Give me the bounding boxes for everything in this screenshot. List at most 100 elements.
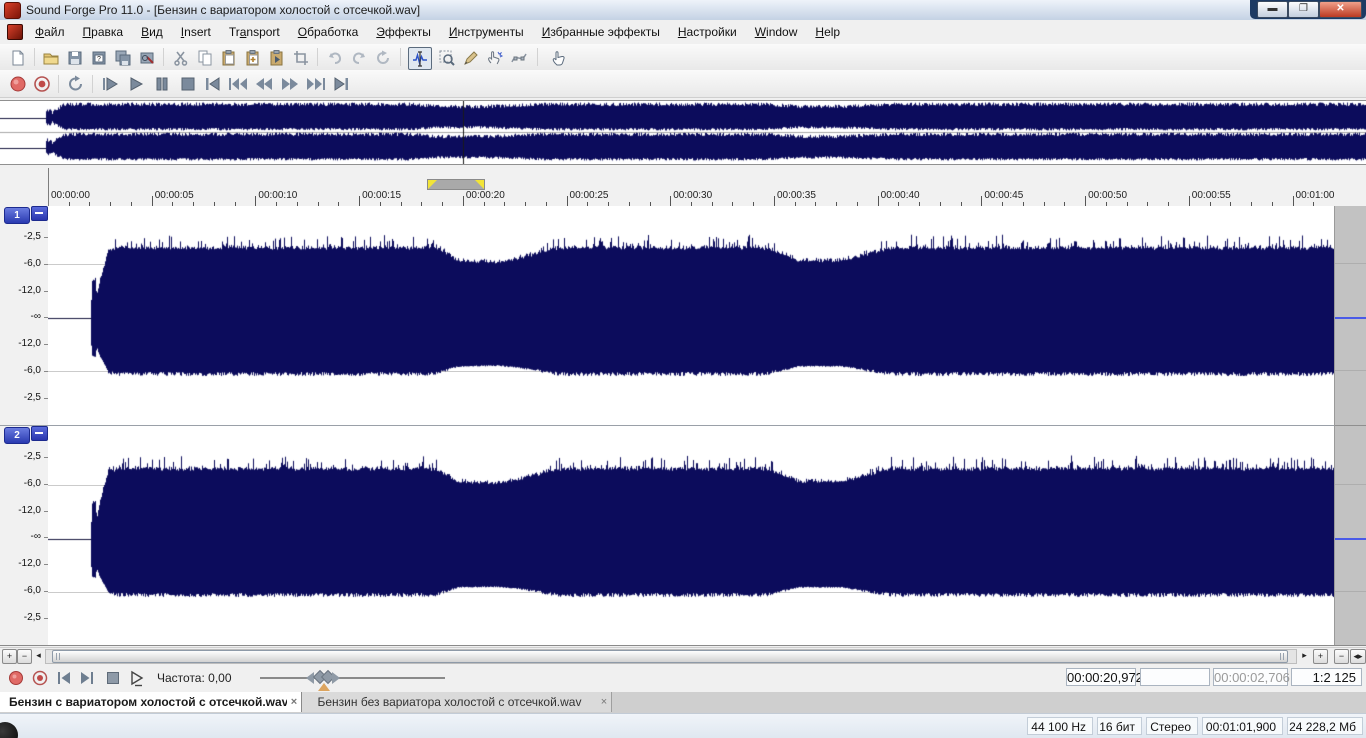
scrollbar-thumb[interactable] <box>52 650 1288 663</box>
document-tabs: Бензин с вариатором холостой с отсечкой.… <box>0 692 1366 714</box>
channel-1-minimize-button[interactable] <box>31 206 48 221</box>
playbar-go-start-icon[interactable] <box>54 668 74 688</box>
tab-inactive-document[interactable]: Бензин без вариатора холостой с отсечкой… <box>302 692 612 712</box>
channel-2-minimize-button[interactable] <box>31 426 48 441</box>
time-ruler[interactable]: 00:00:00 00:00:05 00:00:10 00:00:15 00:00:20… <box>0 168 1366 207</box>
copy-icon[interactable] <box>194 47 216 68</box>
menu-items: Файл Правка Вид Insert Transport Обработка Эфф… <box>26 20 849 44</box>
loop-playback-icon[interactable] <box>64 73 88 94</box>
menu-item-favorite-effects[interactable]: Избранные эффекты <box>533 23 669 41</box>
rewind-fast-icon[interactable] <box>226 73 250 94</box>
level-gutter: 1 -2,5 -6,0 -12,0 -∞ -12,0 -6,0 -2,5 2 -2,5 -6,… <box>0 168 49 645</box>
help-pointer-icon[interactable] <box>548 47 570 68</box>
rate-slider-left-arrow[interactable] <box>306 672 314 684</box>
forward-fast-icon[interactable] <box>304 73 328 94</box>
menu-item-view[interactable]: Вид <box>132 23 172 41</box>
minimize-button[interactable]: ▬ <box>1257 1 1288 18</box>
playbar-go-end-icon[interactable] <box>77 668 97 688</box>
selection-loop-bar[interactable] <box>427 179 485 190</box>
new-file-icon[interactable] <box>7 47 29 68</box>
event-tool-icon[interactable] <box>484 47 506 68</box>
scroll-right-arrow[interactable]: ▸ <box>1298 649 1311 662</box>
repeat-icon[interactable] <box>372 47 394 68</box>
menu-item-process[interactable]: Обработка <box>289 23 368 41</box>
go-to-end-icon[interactable] <box>330 73 354 94</box>
menu-item-window[interactable]: Window <box>746 23 807 41</box>
position-display[interactable]: 00:00:20,972 <box>1066 668 1143 686</box>
paste-icon[interactable] <box>218 47 240 68</box>
zoom-selection-button[interactable]: ◂▸ <box>1350 649 1366 664</box>
scroll-left-arrow[interactable]: ◂ <box>32 649 45 662</box>
zoom-in-time-button[interactable]: + <box>2 649 17 664</box>
play-all-icon[interactable] <box>98 73 122 94</box>
save-all-icon[interactable] <box>112 47 134 68</box>
playbar-record-icon[interactable] <box>6 668 26 688</box>
channel-divider[interactable] <box>0 425 1334 426</box>
menu-item-edit[interactable]: Правка <box>74 23 133 41</box>
undo-icon[interactable] <box>324 47 346 68</box>
overview-panel[interactable] <box>0 100 1366 165</box>
save-icon[interactable] <box>64 47 86 68</box>
ruler-tick <box>462 196 464 206</box>
ruler-tick <box>1085 196 1087 206</box>
channel-2-badge[interactable]: 2 <box>4 427 30 444</box>
save-as-icon[interactable]: ? <box>88 47 110 68</box>
rate-marker-triangle <box>318 683 330 691</box>
selection-length-display[interactable]: 00:00:02,706 <box>1213 668 1290 686</box>
forward-icon[interactable] <box>278 73 302 94</box>
menu-item-effects[interactable]: Эффекты <box>367 23 440 41</box>
menu-item-insert[interactable]: Insert <box>172 23 220 41</box>
zoom-in-button[interactable]: + <box>1313 649 1328 664</box>
selection-start-handle[interactable] <box>428 180 437 189</box>
zoom-out-button[interactable]: − <box>1334 649 1349 664</box>
toolbar-separator <box>317 48 318 66</box>
open-file-icon[interactable] <box>40 47 62 68</box>
channel-1-waveform[interactable] <box>48 206 1334 426</box>
render-as-icon[interactable] <box>136 47 158 68</box>
maximize-icon: ❐ <box>1299 3 1308 14</box>
cut-icon[interactable] <box>170 47 192 68</box>
close-button[interactable]: ✕ <box>1319 1 1362 18</box>
playbar-play-icon[interactable] <box>127 668 147 688</box>
maximize-button[interactable]: ❐ <box>1288 1 1319 18</box>
scrollbar-track[interactable] <box>45 649 1297 664</box>
rate-slider-right-arrow[interactable] <box>332 672 340 684</box>
pencil-tool-icon[interactable] <box>460 47 482 68</box>
paste-to-new-icon[interactable] <box>266 47 288 68</box>
vertical-zoom-scrollbar[interactable] <box>1334 206 1366 645</box>
document-icon[interactable] <box>7 24 23 40</box>
frequency-label: Частота: 0,00 <box>157 671 232 685</box>
channel-2-waveform[interactable] <box>48 426 1334 645</box>
arm-record-icon[interactable] <box>30 73 54 94</box>
selection-end-handle[interactable] <box>475 180 484 189</box>
db-label: -6,0 <box>23 365 41 376</box>
tab-close-icon[interactable]: × <box>287 696 301 708</box>
playbar-arm-record-icon[interactable] <box>30 668 50 688</box>
stop-icon[interactable] <box>176 73 200 94</box>
menu-item-file[interactable]: Файл <box>26 23 74 41</box>
record-icon[interactable] <box>6 73 30 94</box>
tab-active-document[interactable]: Бензин с вариатором холостой с отсечкой.… <box>0 692 302 712</box>
magnify-tool-icon[interactable] <box>436 47 458 68</box>
edit-tool-icon[interactable] <box>408 47 432 70</box>
redo-icon[interactable] <box>348 47 370 68</box>
menu-item-tools[interactable]: Инструменты <box>440 23 533 41</box>
playbar-stop-icon[interactable] <box>103 668 123 688</box>
menu-item-transport[interactable]: Transport <box>220 23 289 41</box>
zoom-out-time-button[interactable]: − <box>17 649 32 664</box>
secondary-display[interactable] <box>1140 668 1210 686</box>
trim-crop-icon[interactable] <box>290 47 312 68</box>
rate-slider-track[interactable] <box>260 669 445 685</box>
menu-item-options[interactable]: Настройки <box>669 23 746 41</box>
rewind-icon[interactable] <box>252 73 276 94</box>
channel-1-badge[interactable]: 1 <box>4 207 30 224</box>
zoom-ratio-display[interactable]: 1:2 125 <box>1291 668 1362 686</box>
tab-close-icon[interactable]: × <box>597 696 611 708</box>
play-icon[interactable] <box>124 73 148 94</box>
paste-special-icon[interactable] <box>242 47 264 68</box>
pause-icon[interactable] <box>150 73 174 94</box>
go-to-start-icon[interactable] <box>200 73 224 94</box>
menu-item-help[interactable]: Help <box>806 23 849 41</box>
envelope-tool-icon[interactable] <box>508 47 530 68</box>
overview-waveform[interactable] <box>0 101 1366 164</box>
